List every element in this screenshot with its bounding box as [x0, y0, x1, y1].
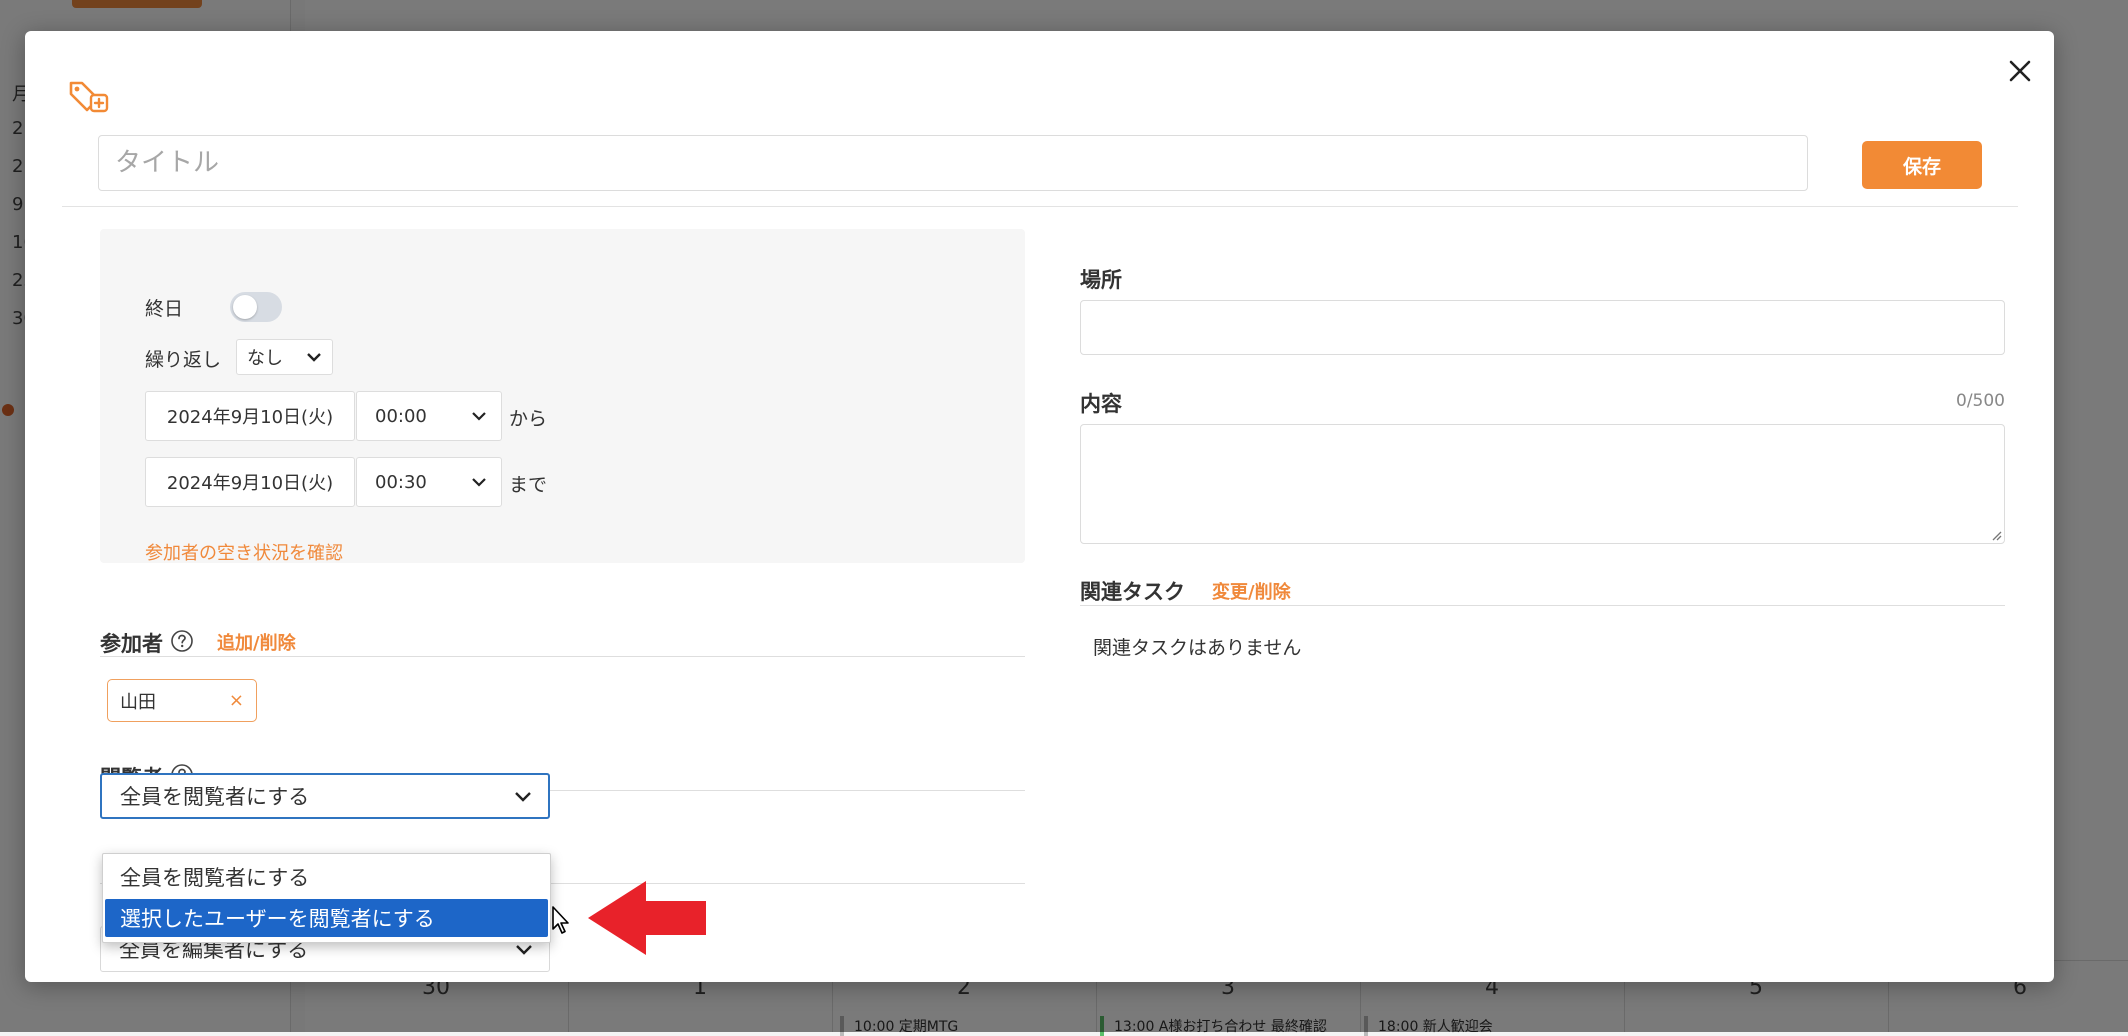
content-label: 内容	[1080, 392, 1122, 416]
related-tasks-divider	[1080, 605, 2005, 606]
allday-toggle[interactable]	[230, 292, 282, 322]
availability-link[interactable]: 参加者の空き状況を確認	[145, 539, 343, 565]
help-icon[interactable]	[170, 629, 194, 653]
content-char-counter: 0/500	[1956, 391, 2005, 411]
related-tasks-title: 関連タスク	[1080, 580, 1185, 604]
header-divider	[62, 206, 2018, 207]
participant-name: 山田	[120, 691, 156, 713]
remove-participant-icon[interactable]: ×	[229, 690, 244, 711]
location-input[interactable]	[1080, 300, 2005, 355]
title-input[interactable]	[98, 135, 1808, 191]
chevron-down-icon	[472, 478, 486, 487]
event-edit-modal: 保存 終日 繰り返し なし 2024年9月10日(火) 00:00 から 202…	[25, 31, 2054, 982]
repeat-label: 繰り返し	[145, 349, 222, 371]
repeat-select[interactable]: なし	[236, 339, 333, 375]
chevron-down-icon	[516, 944, 532, 955]
start-time-select[interactable]: 00:00	[356, 391, 502, 441]
viewers-select[interactable]: 全員を閲覧者にする	[100, 773, 550, 819]
content-textarea[interactable]	[1080, 424, 2005, 544]
start-date-value: 2024年9月10日(火)	[166, 407, 334, 428]
viewers-dropdown: 全員を閲覧者にする 選択したユーザーを閲覧者にする	[102, 853, 551, 943]
participant-chip: 山田 ×	[107, 679, 257, 722]
participants-divider	[100, 656, 1025, 657]
mouse-cursor-icon	[552, 906, 569, 934]
save-button[interactable]: 保存	[1862, 141, 1982, 189]
participants-title: 参加者	[100, 632, 163, 656]
end-date-field[interactable]: 2024年9月10日(火)	[145, 457, 355, 507]
close-icon	[2009, 60, 2031, 82]
related-tasks-empty-text: 関連タスクはありません	[1093, 637, 1302, 659]
chevron-down-icon	[515, 791, 531, 802]
viewers-option-all[interactable]: 全員を閲覧者にする	[105, 858, 548, 896]
repeat-value: なし	[247, 348, 283, 369]
start-time-value: 00:00	[375, 405, 427, 427]
chevron-down-icon	[307, 353, 321, 362]
end-time-select[interactable]: 00:30	[356, 457, 502, 507]
tag-add-icon	[69, 81, 109, 113]
viewers-option-selected-users[interactable]: 選択したユーザーを閲覧者にする	[105, 899, 548, 937]
viewers-select-value: 全員を閲覧者にする	[120, 785, 310, 809]
start-date-field[interactable]: 2024年9月10日(火)	[145, 391, 355, 441]
end-time-value: 00:30	[375, 471, 427, 493]
toggle-knob	[233, 295, 257, 319]
resize-grip-icon[interactable]	[1990, 529, 2002, 541]
chevron-down-icon	[472, 412, 486, 421]
participants-add-remove-link[interactable]: 追加/削除	[217, 629, 296, 655]
allday-label: 終日	[145, 298, 184, 320]
from-label: から	[509, 408, 548, 430]
location-label: 場所	[1080, 268, 1122, 292]
to-label: まで	[509, 474, 548, 496]
end-date-value: 2024年9月10日(火)	[166, 473, 334, 494]
close-button[interactable]	[2000, 51, 2040, 91]
related-tasks-change-link[interactable]: 変更/削除	[1212, 578, 1291, 604]
annotation-arrow-icon	[588, 881, 706, 955]
